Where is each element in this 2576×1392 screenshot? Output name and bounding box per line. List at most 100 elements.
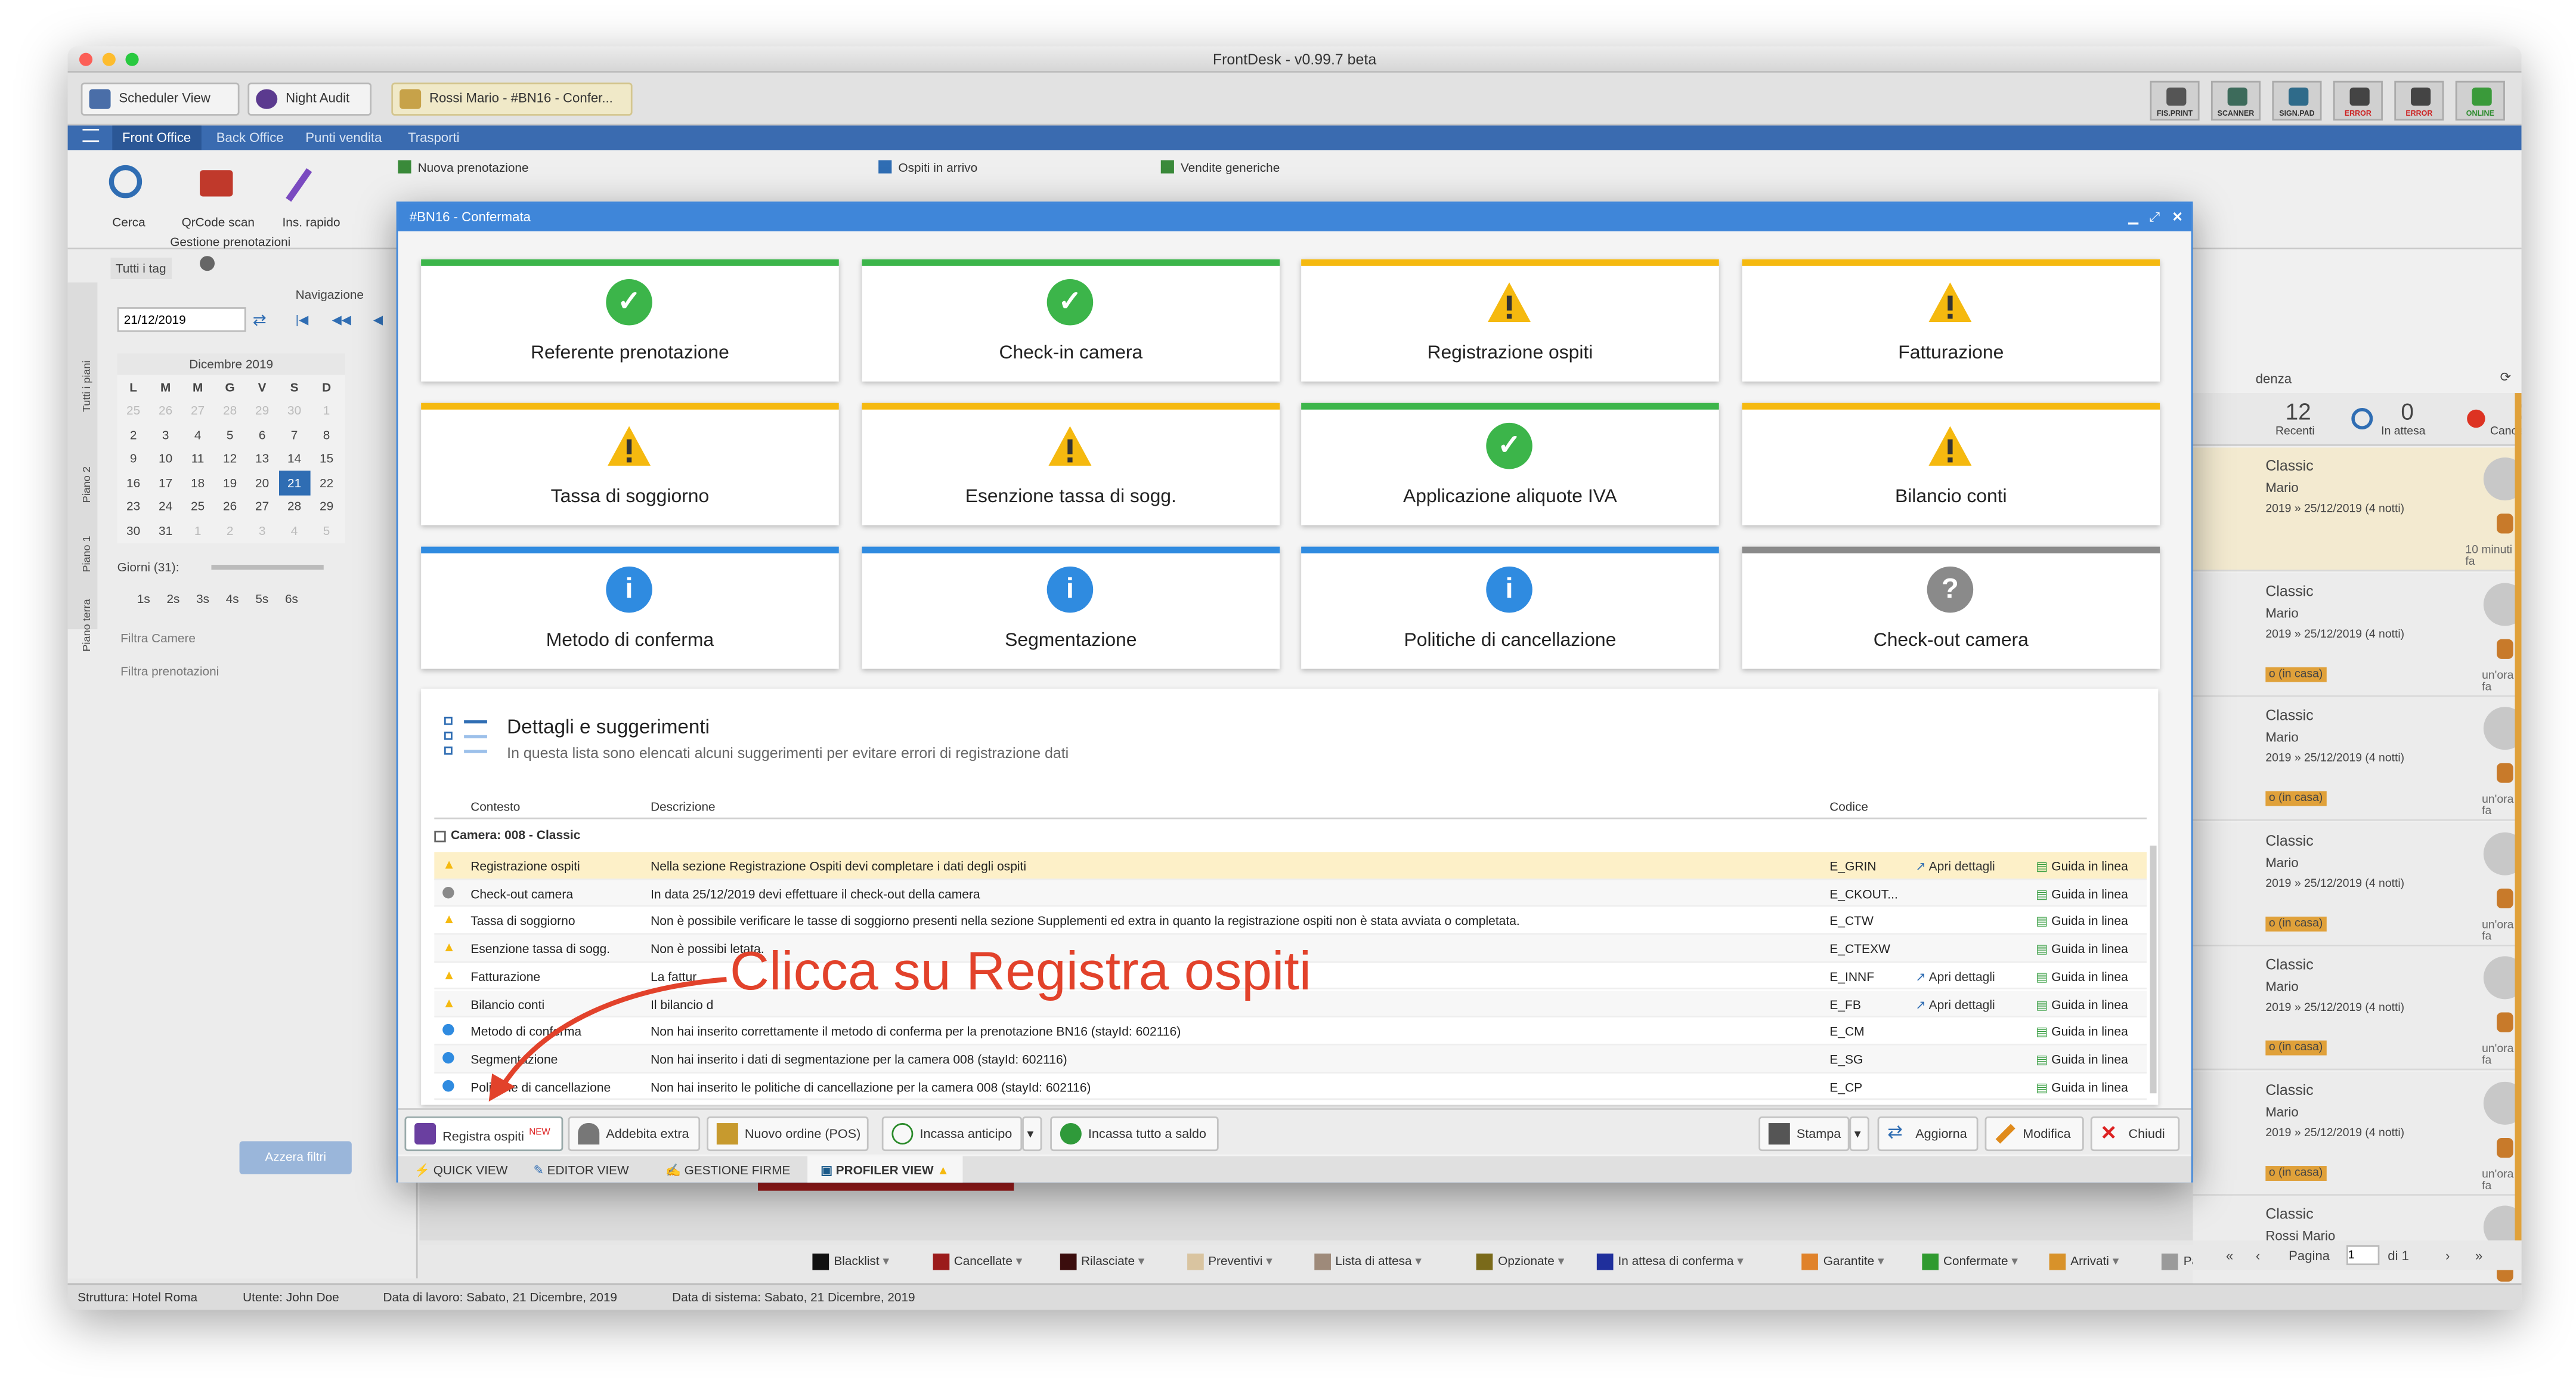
calendar-day[interactable]: 2 <box>117 423 150 447</box>
status-tile[interactable]: Bilancio conti <box>1742 403 2160 525</box>
duration-button[interactable]: 1s <box>137 591 150 606</box>
aggiorna-button[interactable]: ⇄ Aggiorna <box>1877 1116 1979 1152</box>
calendar-day[interactable]: 27 <box>182 399 214 423</box>
status-tile[interactable]: ✓ Applicazione aliquote IVA <box>1301 403 1719 525</box>
guida-link[interactable]: ▤ Guida in linea <box>2036 886 2128 901</box>
col-codice[interactable]: Codice <box>1829 799 1868 814</box>
date-field[interactable] <box>117 307 246 332</box>
rewind-icon[interactable]: ◀◀ <box>332 312 351 327</box>
duration-button[interactable]: 4s <box>226 591 239 606</box>
booking-card[interactable]: Classic Mario 2019 » 25/12/2019 (4 notti) o… <box>2193 697 2522 821</box>
legend-item[interactable]: Blacklist ▾ <box>812 1254 889 1270</box>
calendar-month[interactable]: Dicembre 2019 <box>117 353 345 375</box>
fis-print-button[interactable]: FIS.PRINT <box>2150 81 2200 121</box>
duration-button[interactable]: 6s <box>285 591 298 606</box>
stampa-dropdown[interactable]: ▾ <box>1849 1116 1869 1152</box>
calendar-day[interactable]: 26 <box>150 399 182 423</box>
legend-item[interactable]: In attesa di conferma ▾ <box>1596 1254 1744 1270</box>
calendar-day[interactable]: 19 <box>214 471 246 494</box>
status-tile[interactable]: Fatturazione <box>1742 259 2160 382</box>
modifica-button[interactable]: Modifica <box>1984 1116 2084 1152</box>
gear-icon[interactable] <box>200 256 215 271</box>
legend-item[interactable]: Lista di attesa ▾ <box>1314 1254 1422 1270</box>
table-row[interactable]: Check-out camera In data 25/12/2019 devi … <box>434 880 2147 908</box>
tab-tutti-piani[interactable]: Tutti i piani <box>82 313 93 412</box>
calendar-day[interactable]: 1 <box>311 399 343 423</box>
calendar-day[interactable]: 5 <box>311 519 343 543</box>
duration-button[interactable]: 2s <box>166 591 179 606</box>
calendar-day[interactable]: 7 <box>278 423 311 447</box>
minimize-window-icon[interactable] <box>102 52 116 66</box>
calendar-day[interactable]: 20 <box>246 471 278 494</box>
menu-front-office[interactable]: Front Office <box>112 125 201 150</box>
close-window-icon[interactable] <box>79 52 93 66</box>
calendar-day[interactable]: 11 <box>182 447 214 471</box>
status-tile[interactable]: ✓ Referente prenotazione <box>421 259 839 382</box>
calendar-day[interactable]: 28 <box>214 399 246 423</box>
calendar-day[interactable]: 10 <box>150 447 182 471</box>
room-group-header[interactable]: Camera: 008 - Classic <box>434 827 580 842</box>
calendar-day[interactable]: 25 <box>182 494 214 518</box>
menu-trasporti[interactable]: Trasporti <box>408 131 460 146</box>
details-scrollbar[interactable] <box>2150 845 2157 1094</box>
prev-icon[interactable]: ◀ <box>373 312 383 327</box>
guida-link[interactable]: ▤ Guida in linea <box>2036 1052 2128 1067</box>
calendar-day[interactable]: 14 <box>278 447 311 471</box>
calendar-day[interactable]: 6 <box>246 423 278 447</box>
calendar-day[interactable]: 21 <box>278 471 311 495</box>
booking-card[interactable]: Classic Mario 2019 » 25/12/2019 (4 notti) o… <box>2193 572 2522 697</box>
calendar-day[interactable]: 18 <box>182 471 214 494</box>
calendar-day[interactable]: 25 <box>117 399 150 423</box>
calendar-day[interactable]: 29 <box>311 494 343 518</box>
attesa-tab[interactable]: In attesa <box>2381 426 2425 437</box>
guida-link[interactable]: ▤ Guida in linea <box>2036 942 2128 957</box>
guida-link[interactable]: ▤ Guida in linea <box>2036 1079 2128 1094</box>
page-input[interactable] <box>2346 1245 2380 1266</box>
calendar-day[interactable]: 28 <box>278 494 311 518</box>
calendar-day[interactable]: 15 <box>311 447 343 471</box>
calendar-day[interactable]: 5 <box>214 423 246 447</box>
calendar-day[interactable]: 24 <box>150 494 182 518</box>
incassa-anticipo-button[interactable]: Incassa anticipo <box>881 1116 1023 1152</box>
table-row[interactable]: ▲ Registrazione ospiti Nella sezione Regis… <box>434 852 2147 880</box>
prev-page-button[interactable]: ‹ <box>2256 1249 2260 1264</box>
booking-tab[interactable]: Rossi Mario - #BN16 - Confer... <box>391 82 633 116</box>
sign-pad-button[interactable]: SIGN.PAD <box>2272 81 2322 121</box>
calendar-day[interactable]: 4 <box>278 519 311 543</box>
minimize-icon[interactable]: ▁ <box>2128 203 2138 231</box>
tab-editor-view[interactable]: ✎ EDITOR VIEW <box>533 1163 628 1178</box>
booking-card[interactable]: Classic Mario 2019 » 25/12/2019 (4 notti) o… <box>2193 946 2522 1071</box>
apri-dettagli-link[interactable]: ↗ Apri dettagli <box>1915 969 1995 984</box>
first-page-button[interactable]: « <box>2226 1249 2233 1264</box>
calendar-day[interactable]: 4 <box>182 423 214 447</box>
booking-card[interactable]: Classic Mario 2019 » 25/12/2019 (4 notti) 1… <box>2193 447 2522 572</box>
calendar-day[interactable]: 1 <box>182 519 214 543</box>
calendar-day[interactable]: 30 <box>117 519 150 543</box>
booking-card[interactable]: Classic Mario 2019 » 25/12/2019 (4 notti) o… <box>2193 821 2522 946</box>
anticipo-dropdown[interactable]: ▾ <box>1022 1116 1042 1152</box>
calendar-day[interactable]: 3 <box>150 423 182 447</box>
qrcode-icon[interactable] <box>200 170 233 197</box>
addebita-extra-button[interactable]: Addebita extra <box>568 1116 701 1152</box>
duration-button[interactable]: 3s <box>196 591 209 606</box>
expand-icon[interactable]: ⤢ <box>2149 203 2160 231</box>
night-audit-button[interactable]: Night Audit <box>247 82 372 116</box>
guida-link[interactable]: ▤ Guida in linea <box>2036 914 2128 929</box>
col-contesto[interactable]: Contesto <box>470 799 520 814</box>
calendar-day[interactable]: 13 <box>246 447 278 471</box>
close-icon[interactable]: ✕ <box>2172 203 2183 231</box>
apri-dettagli-link[interactable]: ↗ Apri dettagli <box>1915 859 1995 874</box>
legend-item[interactable]: Cancellate ▾ <box>932 1254 1022 1270</box>
filtra-prenotazioni[interactable]: Filtra prenotazioni <box>120 664 219 679</box>
calendar-day[interactable]: 23 <box>117 494 150 518</box>
guida-link[interactable]: ▤ Guida in linea <box>2036 969 2128 984</box>
calendar-day[interactable]: 22 <box>311 471 343 494</box>
hamburger-icon[interactable] <box>82 128 100 143</box>
calendar-day[interactable]: 16 <box>117 471 150 494</box>
cerca-label[interactable]: Cerca <box>112 215 145 230</box>
booking-card[interactable]: Classic Mario 2019 » 25/12/2019 (4 notti) o… <box>2193 1071 2522 1195</box>
wand-icon[interactable] <box>286 168 312 202</box>
filtra-camere[interactable]: Filtra Camere <box>120 631 196 646</box>
incassa-saldo-button[interactable]: Incassa tutto a saldo <box>1050 1116 1219 1152</box>
apri-dettagli-link[interactable]: ↗ Apri dettagli <box>1915 997 1995 1011</box>
